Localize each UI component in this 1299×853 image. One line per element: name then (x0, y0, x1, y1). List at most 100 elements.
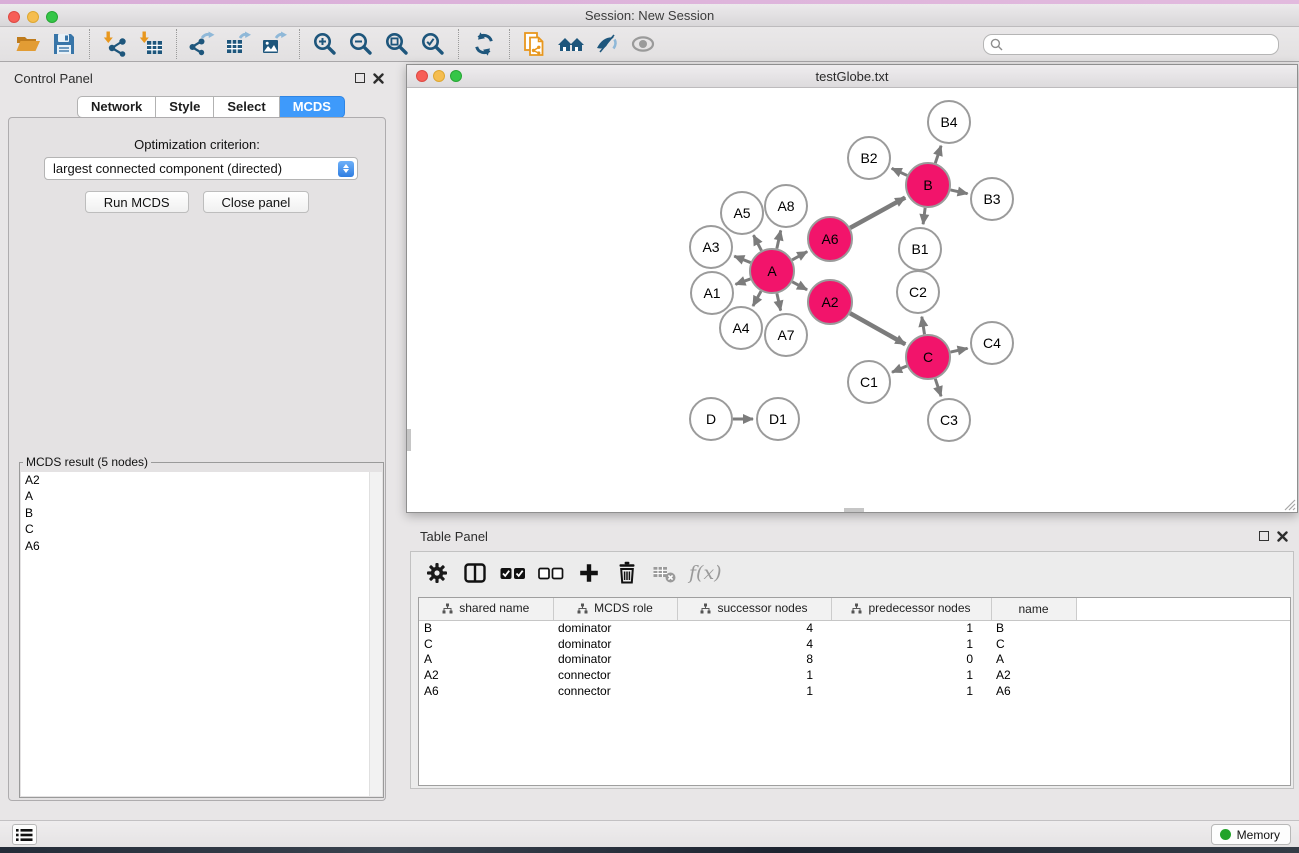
cell[interactable]: B (991, 620, 1076, 636)
edge-C-C3[interactable] (935, 379, 941, 396)
cell[interactable]: 8 (677, 651, 831, 667)
table-row-C[interactable]: Cdominator41C (419, 636, 1290, 652)
search-input[interactable] (983, 34, 1279, 55)
edge-B-B1[interactable] (923, 208, 925, 224)
show-all-networks-icon[interactable] (553, 29, 589, 59)
cell[interactable]: A (419, 651, 553, 667)
network-vertical-scrollbar[interactable] (407, 429, 411, 451)
cell[interactable]: 1 (677, 683, 831, 699)
show-columns-icon[interactable] (497, 557, 529, 589)
export-image-icon[interactable] (256, 29, 292, 59)
edge-A-A5[interactable] (753, 235, 761, 250)
column-header-name[interactable]: name (991, 598, 1076, 620)
edge-A-A6[interactable] (792, 252, 807, 260)
table-row-A[interactable]: Adominator80A (419, 651, 1290, 667)
cell[interactable]: dominator (553, 620, 677, 636)
task-history-button[interactable] (12, 824, 37, 845)
node-A6[interactable]: A6 (808, 217, 852, 261)
criterion-select[interactable]: largest connected component (directed) (44, 157, 358, 180)
column-header-predecessor-nodes[interactable]: predecessor nodes (831, 598, 991, 620)
node-C2[interactable]: C2 (897, 271, 939, 313)
cell[interactable]: connector (553, 683, 677, 699)
cell[interactable]: 4 (677, 620, 831, 636)
mcds-result-item[interactable]: C (21, 521, 382, 537)
function-builder-icon[interactable]: f(x) (687, 557, 722, 589)
node-B1[interactable]: B1 (899, 228, 941, 270)
cell[interactable]: 1 (677, 667, 831, 683)
column-header-shared-name[interactable]: shared name (419, 598, 553, 620)
edge-C-C4[interactable] (950, 348, 967, 352)
network-horizontal-scrollbar[interactable] (844, 508, 864, 512)
export-network-icon[interactable] (184, 29, 220, 59)
column-header-successor-nodes[interactable]: successor nodes (677, 598, 831, 620)
cell[interactable]: A6 (419, 683, 553, 699)
node-A1[interactable]: A1 (691, 272, 733, 314)
cell[interactable]: A (991, 651, 1076, 667)
edge-A-A7[interactable] (777, 293, 781, 310)
node-B3[interactable]: B3 (971, 178, 1013, 220)
node-B[interactable]: B (906, 163, 950, 207)
close-panel-button[interactable]: Close panel (203, 191, 310, 213)
cell[interactable]: dominator (553, 651, 677, 667)
cell[interactable]: 1 (831, 620, 991, 636)
mcds-list-scrollbar[interactable] (369, 472, 382, 796)
cell[interactable]: 1 (831, 636, 991, 652)
node-A5[interactable]: A5 (721, 192, 763, 234)
node-A[interactable]: A (750, 249, 794, 293)
node-B2[interactable]: B2 (848, 137, 890, 179)
table-settings-icon[interactable] (421, 557, 453, 589)
delete-table-icon[interactable] (649, 557, 681, 589)
table-row-A2[interactable]: A2connector11A2 (419, 667, 1290, 683)
edge-A6-B[interactable] (850, 198, 905, 228)
node-C1[interactable]: C1 (848, 361, 890, 403)
import-network-icon[interactable] (97, 29, 133, 59)
zoom-fit-icon[interactable] (379, 29, 415, 59)
import-table-icon[interactable] (133, 29, 169, 59)
close-panel-icon[interactable] (373, 73, 384, 84)
close-table-panel-icon[interactable] (1277, 531, 1288, 542)
save-session-icon[interactable] (46, 29, 82, 59)
edge-B-B3[interactable] (950, 190, 967, 194)
create-column-icon[interactable] (573, 557, 605, 589)
node-A8[interactable]: A8 (765, 185, 807, 227)
tab-network[interactable]: Network (77, 96, 156, 118)
node-C4[interactable]: C4 (971, 322, 1013, 364)
cell[interactable]: B (419, 620, 553, 636)
edge-A-A2[interactable] (792, 282, 807, 290)
edge-C-C2[interactable] (922, 317, 925, 335)
open-file-icon[interactable] (10, 29, 46, 59)
network-canvas[interactable]: B4B2BB3A8A5A6A3B1AA1C2A2A4A7C4CC1C3DD1 (407, 88, 1297, 512)
node-A3[interactable]: A3 (690, 226, 732, 268)
edge-B-B2[interactable] (892, 168, 907, 175)
cell[interactable]: C (419, 636, 553, 652)
toggle-panel-split-icon[interactable] (459, 557, 491, 589)
mcds-result-item[interactable]: A (21, 488, 382, 504)
apply-layout-icon[interactable] (466, 29, 502, 59)
cell[interactable]: 1 (831, 683, 991, 699)
node-A4[interactable]: A4 (720, 307, 762, 349)
node-C3[interactable]: C3 (928, 399, 970, 441)
export-table-icon[interactable] (220, 29, 256, 59)
memory-button[interactable]: Memory (1211, 824, 1291, 845)
edge-A-A3[interactable] (734, 256, 750, 262)
graphics-details-icon[interactable] (589, 29, 625, 59)
show-hide-panels-icon[interactable] (625, 29, 661, 59)
zoom-in-icon[interactable] (307, 29, 343, 59)
cell[interactable]: A6 (991, 683, 1076, 699)
node-C[interactable]: C (906, 335, 950, 379)
node-D[interactable]: D (690, 398, 732, 440)
node-D1[interactable]: D1 (757, 398, 799, 440)
cell[interactable]: A2 (991, 667, 1076, 683)
edge-A-A1[interactable] (735, 279, 750, 284)
zoom-out-icon[interactable] (343, 29, 379, 59)
edge-A2-C[interactable] (850, 313, 905, 344)
node-A7[interactable]: A7 (765, 314, 807, 356)
run-mcds-button[interactable]: Run MCDS (85, 191, 189, 213)
edge-C-C1[interactable] (892, 366, 907, 372)
mcds-result-item[interactable]: A2 (21, 472, 382, 488)
tab-style[interactable]: Style (156, 96, 214, 118)
float-table-panel-icon[interactable] (1259, 531, 1269, 541)
column-header-mcds-role[interactable]: MCDS role (553, 598, 677, 620)
network-window-titlebar[interactable]: testGlobe.txt (407, 65, 1297, 88)
node-A2[interactable]: A2 (808, 280, 852, 324)
